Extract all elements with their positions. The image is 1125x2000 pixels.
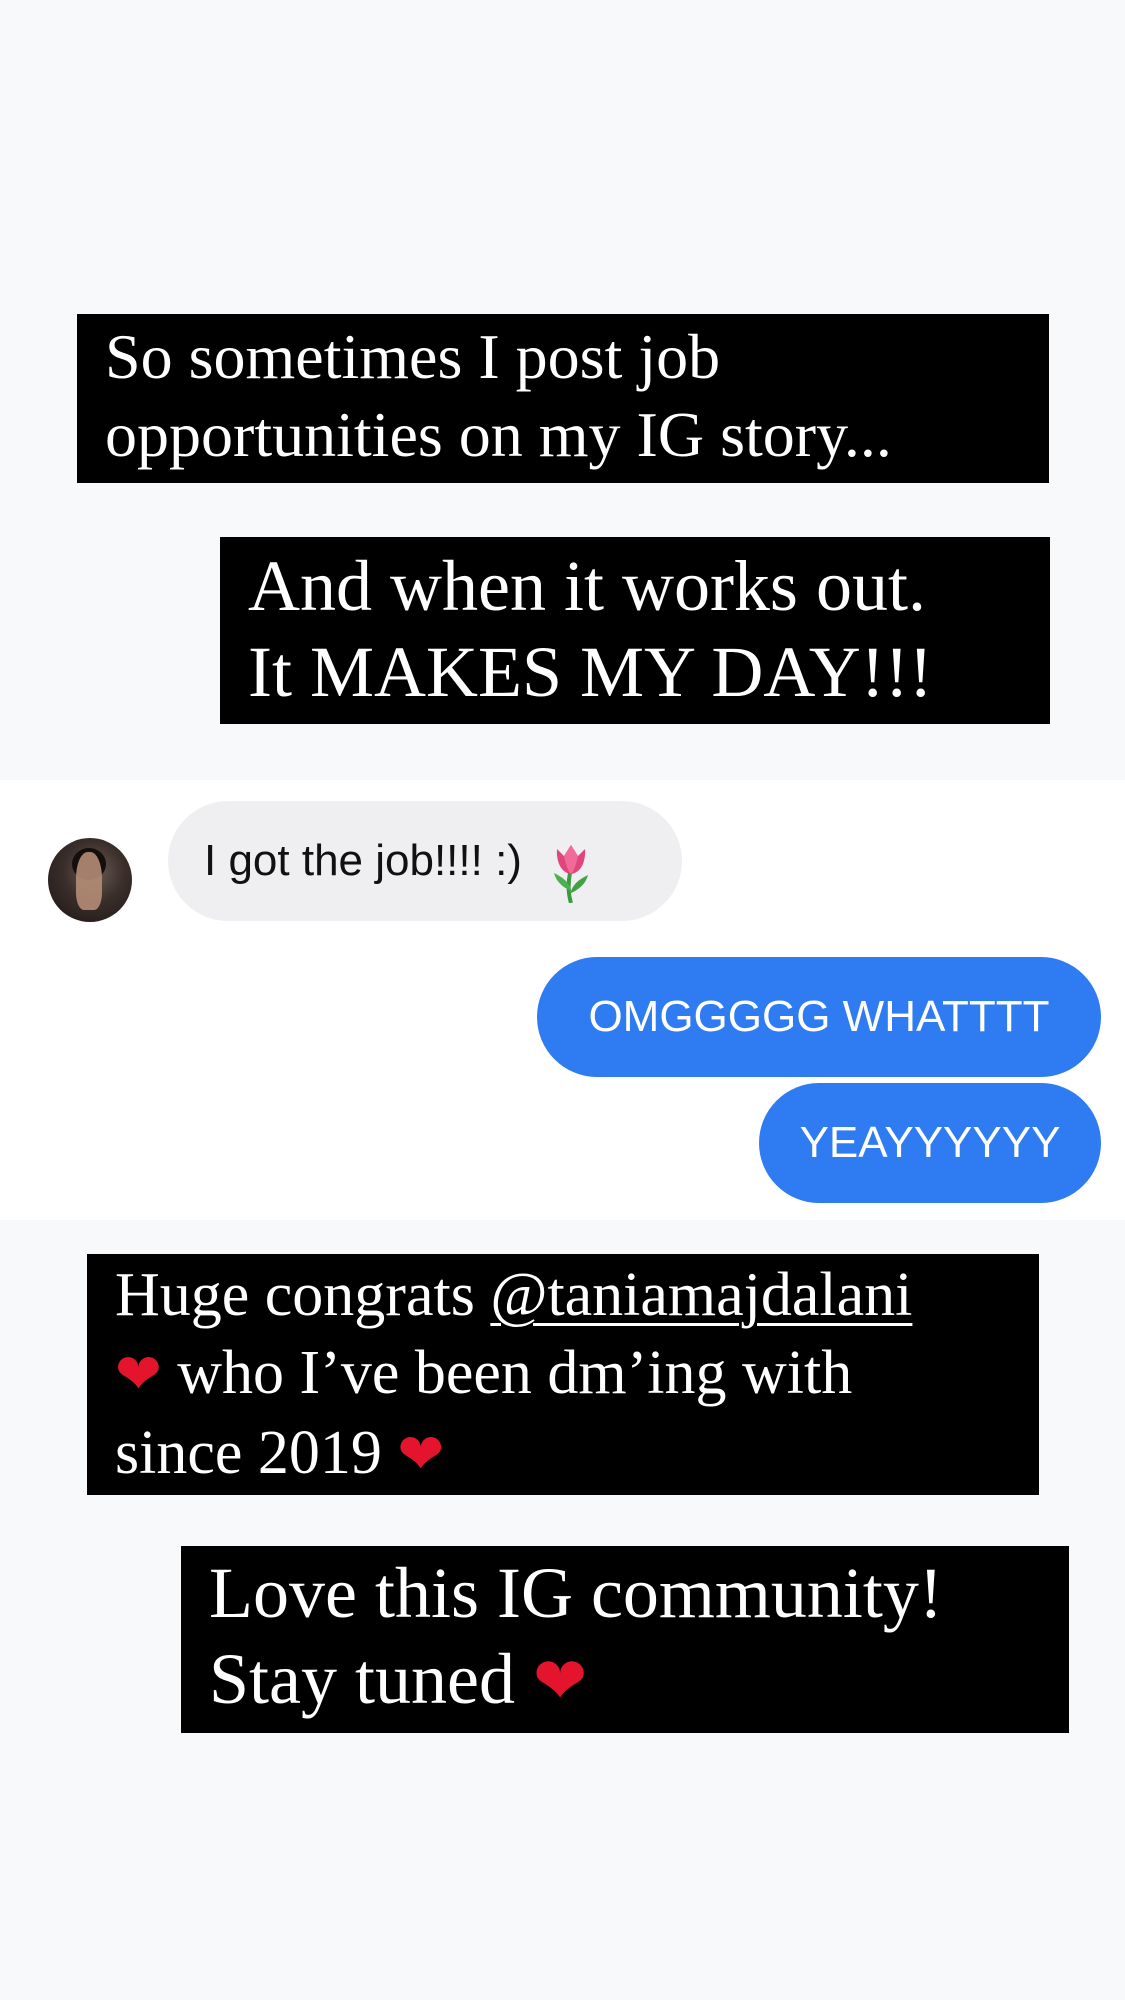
caption-works-out: And when it works out. It MAKES MY DAY!!… xyxy=(220,537,1050,724)
caption-congrats: Huge congrats @taniamajdalani ❤ who I’ve… xyxy=(87,1254,1039,1495)
caption-intro-line-1: So sometimes I post job xyxy=(105,321,721,392)
heart-icon: ❤ xyxy=(115,1342,162,1407)
outgoing-message-bubble-2: YEAYYYYYY xyxy=(759,1083,1101,1203)
caption-congrats-line-1: Huge congrats @taniamajdalani xyxy=(115,1256,1011,1334)
caption-community-line-2: Stay tuned ❤ xyxy=(209,1636,1041,1725)
caption-congrats-text-2: who I’ve been dm’ing with xyxy=(177,1339,853,1407)
incoming-message-bubble: I got the job!!!! :) xyxy=(168,801,682,921)
avatar-figure-shape xyxy=(76,852,102,910)
caption-works-out-line-1: And when it works out. xyxy=(248,546,926,626)
caption-congrats-prefix: Huge congrats xyxy=(115,1261,491,1329)
outgoing-message-bubble-1: OMGGGGG WHATTTT xyxy=(537,957,1101,1077)
user-mention-link[interactable]: @taniamajdalani xyxy=(490,1261,912,1329)
caption-community-line-1: Love this IG community! xyxy=(209,1553,943,1633)
caption-works-out-line-2: It MAKES MY DAY!!! xyxy=(248,632,933,712)
caption-congrats-text-3: since 2019 xyxy=(115,1419,382,1487)
caption-community-text-2: Stay tuned xyxy=(209,1639,515,1719)
outgoing-message-text-1: OMGGGGG WHATTTT xyxy=(588,992,1050,1041)
incoming-message-text: I got the job!!!! :) xyxy=(204,836,522,885)
caption-congrats-line-3: since 2019 ❤ xyxy=(115,1414,1011,1494)
heart-icon: ❤ xyxy=(397,1422,445,1487)
caption-intro-line-2: opportunities on my IG story... xyxy=(105,399,892,470)
story-canvas: So sometimes I post job opportunities on… xyxy=(0,0,1125,2000)
sender-avatar xyxy=(48,838,132,922)
caption-congrats-line-2: ❤ who I’ve been dm’ing with xyxy=(115,1334,1011,1414)
heart-icon: ❤ xyxy=(532,1644,588,1719)
caption-community: Love this IG community! Stay tuned ❤ xyxy=(181,1546,1069,1733)
caption-intro: So sometimes I post job opportunities on… xyxy=(77,314,1049,483)
outgoing-message-text-2: YEAYYYYYY xyxy=(799,1118,1061,1167)
tulip-icon xyxy=(548,829,594,904)
